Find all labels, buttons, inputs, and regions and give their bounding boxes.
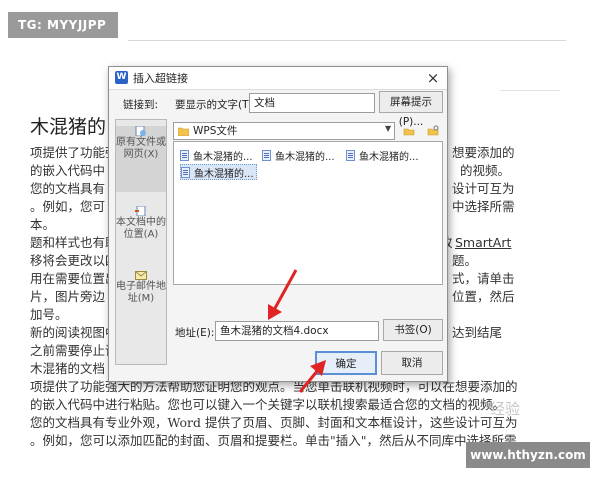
arrow-to-ok <box>298 360 326 393</box>
arrow-to-address <box>268 269 298 320</box>
site-watermark: www.hthyzn.com <box>466 442 590 468</box>
annotation-arrows <box>268 269 326 393</box>
